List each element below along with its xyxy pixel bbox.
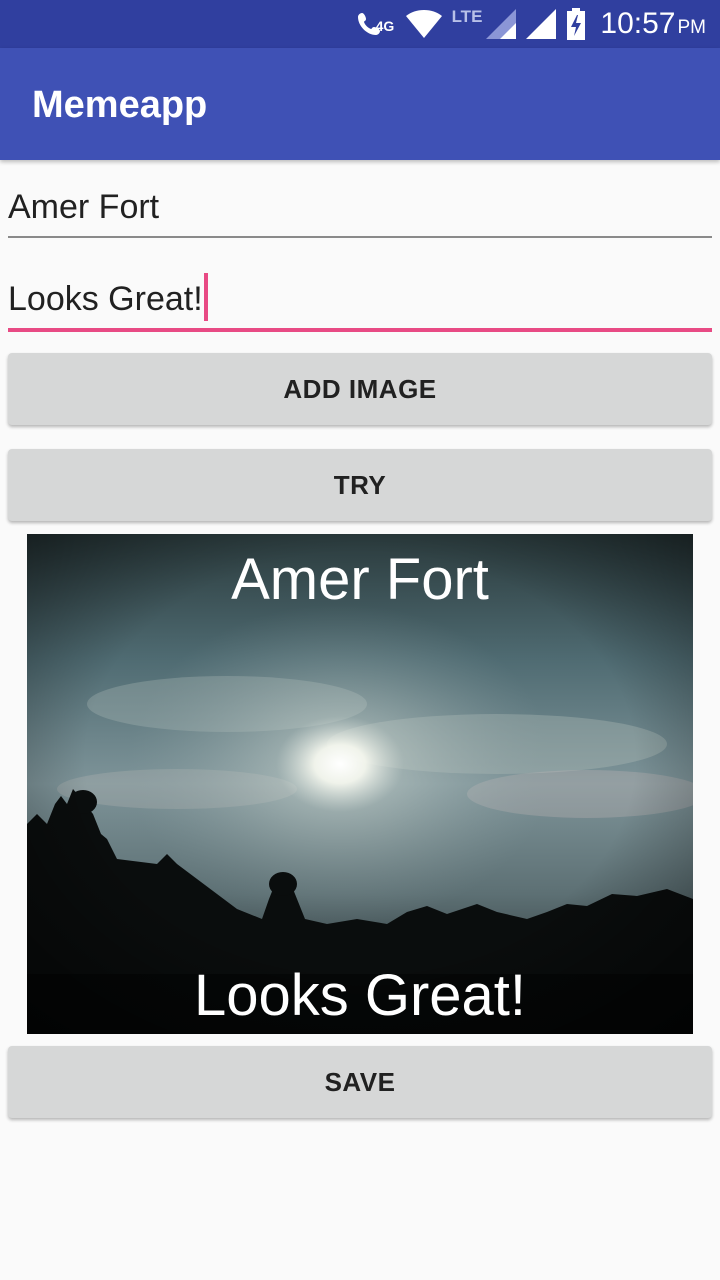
network-4g-label: 4G [375,18,395,34]
try-button[interactable]: TRY [8,449,712,521]
save-button[interactable]: SAVE [8,1046,712,1118]
app-title: Memeapp [32,84,208,126]
text-cursor [203,273,208,322]
clock: 10:57 PM [600,7,706,41]
app-bar: Memeapp [0,48,720,160]
clock-time: 10:57 [600,7,676,40]
status-bar: 4G LTE 10:57 PM [0,0,720,48]
bottom-text-wrap: Looks Great! [8,273,208,322]
status-icons: 4G LTE 10:57 PM [356,0,706,48]
clock-ampm: PM [677,17,707,38]
top-text-field[interactable]: Amer Fort [8,180,712,238]
meme-bottom-text: Looks Great! [193,963,527,1028]
meme-top-text: Amer Fort [231,547,489,612]
top-text-value: Amer Fort [8,188,160,226]
call-icon: 4G [356,9,396,39]
meme-image: Amer Fort Looks Great! [27,534,693,1034]
signal-icon [526,9,557,39]
wifi-icon [405,10,442,38]
add-image-button[interactable]: ADD IMAGE [8,353,712,425]
signal-icon [486,9,517,39]
battery-charging-icon [566,8,586,40]
bottom-text-value: Looks Great! [8,280,203,318]
network-lte-label: LTE [451,7,483,26]
bottom-text-field[interactable]: Looks Great! [8,270,712,332]
